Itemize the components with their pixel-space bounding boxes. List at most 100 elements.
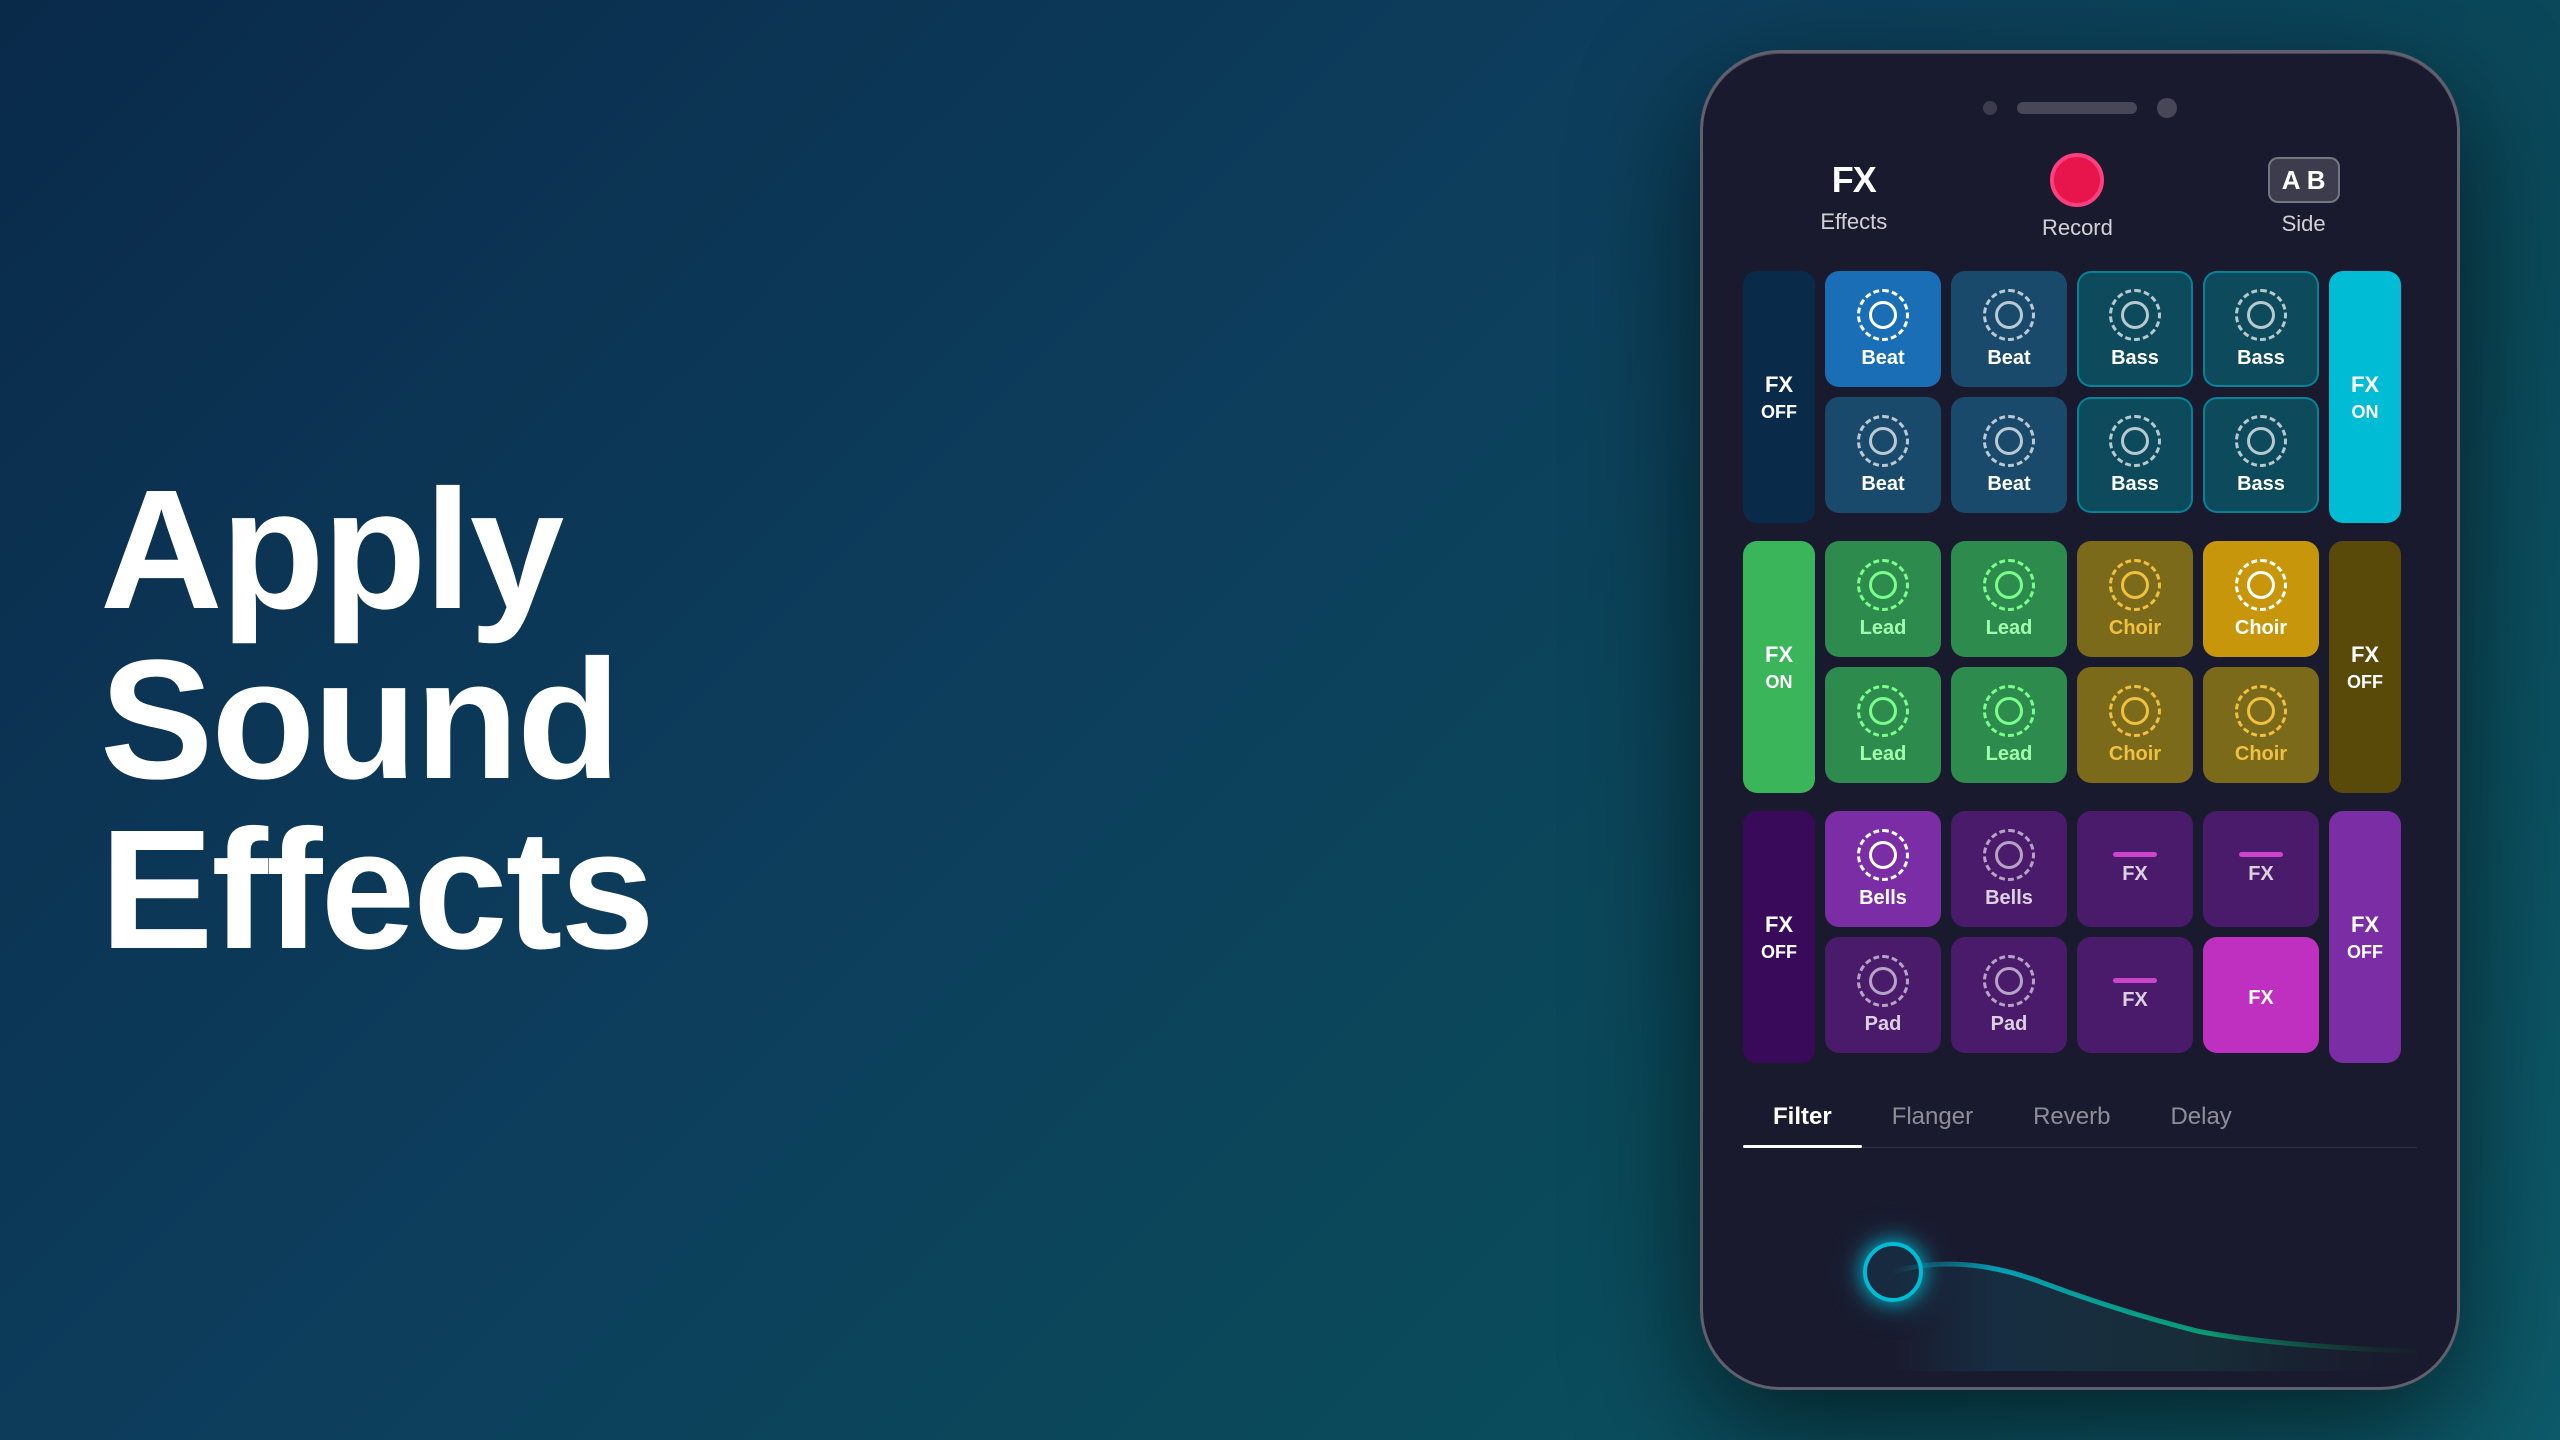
- fx-choir-off-label: FX: [2351, 642, 2379, 668]
- tab-flanger[interactable]: Flanger: [1862, 1087, 2003, 1147]
- pad-choir-4[interactable]: Choir: [2203, 667, 2319, 783]
- filter-curve-svg: [1743, 1172, 2417, 1372]
- choir-ring-1: [2109, 559, 2161, 611]
- beat-ring-inner-2: [1995, 301, 2023, 329]
- pad-beat-4[interactable]: Beat: [1951, 397, 2067, 513]
- beat-row-2: Beat Beat Bass: [1825, 397, 2319, 513]
- side-toolbar-item[interactable]: A B Side: [2268, 157, 2340, 237]
- bass-ring-inner-1: [2121, 301, 2149, 329]
- beat-ring-4: [1983, 415, 2035, 467]
- fx-toolbar-item[interactable]: FX Effects: [1820, 159, 1887, 235]
- pad-lead-4[interactable]: Lead: [1951, 667, 2067, 783]
- pad-ring-inner-2: [1995, 967, 2023, 995]
- fx-beat-off-label: FX: [1765, 372, 1793, 398]
- pad-ring-1: [1857, 955, 1909, 1007]
- fx-pad-label-active: FX: [2248, 987, 2274, 1010]
- bells-row-1: Bells Bells FX: [1825, 811, 2319, 927]
- pad-pad-2[interactable]: Pad: [1951, 937, 2067, 1053]
- beat-ring-2: [1983, 289, 2035, 341]
- bells-ring-2: [1983, 829, 2035, 881]
- fx-beat-on-button[interactable]: FX ON: [2329, 271, 2401, 523]
- beat-label-3: Beat: [1861, 473, 1904, 496]
- pad-lead-3[interactable]: Lead: [1825, 667, 1941, 783]
- bass-ring-4: [2235, 415, 2287, 467]
- pad-fx-1[interactable]: FX: [2077, 811, 2193, 927]
- fx-bells-on-button[interactable]: FX OFF: [2329, 811, 2401, 1063]
- bass-ring-inner-2: [2247, 301, 2275, 329]
- bells-label-2: Bells: [1985, 887, 2033, 910]
- pad-beat-1[interactable]: Beat: [1825, 271, 1941, 387]
- fx-bells-off-status: OFF: [1761, 942, 1797, 963]
- pad-label-1: Pad: [1865, 1013, 1902, 1036]
- bass-ring-inner-3: [2121, 427, 2149, 455]
- fx-lead-on-status: ON: [1766, 672, 1793, 693]
- pad-choir-3[interactable]: Choir: [2077, 667, 2193, 783]
- lead-ring-inner-3: [1869, 697, 1897, 725]
- bass-label-3: Bass: [2111, 473, 2159, 496]
- choir-label-1: Choir: [2109, 617, 2161, 640]
- tab-delay[interactable]: Delay: [2140, 1087, 2261, 1147]
- main-title: Apply Sound Effects: [100, 465, 1560, 975]
- choir-label-2: Choir: [2235, 617, 2287, 640]
- choir-ring-4: [2235, 685, 2287, 737]
- phone-speaker: [2017, 102, 2137, 114]
- fx-beat-off-status: OFF: [1761, 402, 1797, 423]
- pad-lead-2[interactable]: Lead: [1951, 541, 2067, 657]
- beat-section: FX OFF Beat: [1743, 271, 2417, 523]
- beat-label-2: Beat: [1987, 347, 2030, 370]
- lead-label-2: Lead: [1986, 617, 2033, 640]
- pad-pad-1[interactable]: Pad: [1825, 937, 1941, 1053]
- pad-lead-1[interactable]: Lead: [1825, 541, 1941, 657]
- choir-label-4: Choir: [2235, 743, 2287, 766]
- fx-beat-off-button[interactable]: FX OFF: [1743, 271, 1815, 523]
- fx-lead-on-button[interactable]: FX ON: [1743, 541, 1815, 793]
- choir-ring-inner-1: [2121, 571, 2149, 599]
- pad-bass-2[interactable]: Bass: [2203, 271, 2319, 387]
- pad-bass-1[interactable]: Bass: [2077, 271, 2193, 387]
- fx-choir-off-status: OFF: [2347, 672, 2383, 693]
- lead-ring-2: [1983, 559, 2035, 611]
- pad-beat-3[interactable]: Beat: [1825, 397, 1941, 513]
- fx-dash-2: [2239, 852, 2283, 857]
- choir-label-3: Choir: [2109, 743, 2161, 766]
- choir-ring-inner-4: [2247, 697, 2275, 725]
- bass-ring-3: [2109, 415, 2161, 467]
- bells-ring-inner-2: [1995, 841, 2023, 869]
- lead-ring-4: [1983, 685, 2035, 737]
- pad-fx-active[interactable]: FX: [2203, 937, 2319, 1053]
- pad-bass-3[interactable]: Bass: [2077, 397, 2193, 513]
- fx-bells-off-button[interactable]: FX OFF: [1743, 811, 1815, 1063]
- pad-fx-3[interactable]: FX: [2077, 937, 2193, 1053]
- record-toolbar-item[interactable]: Record: [2042, 153, 2113, 241]
- pad-label-2: Pad: [1991, 1013, 2028, 1036]
- pad-bass-4[interactable]: Bass: [2203, 397, 2319, 513]
- tab-filter[interactable]: Filter: [1743, 1087, 1862, 1147]
- tab-reverb[interactable]: Reverb: [2003, 1087, 2140, 1147]
- beat-ring-1: [1857, 289, 1909, 341]
- bells-section: FX OFF Bells: [1743, 811, 2417, 1063]
- pad-bells-2[interactable]: Bells: [1951, 811, 2067, 927]
- effects-label: Effects: [1820, 209, 1887, 235]
- pad-choir-2[interactable]: Choir: [2203, 541, 2319, 657]
- filter-tabs: Filter Flanger Reverb Delay: [1743, 1087, 2417, 1148]
- lead-section: FX ON Lead: [1743, 541, 2417, 793]
- record-icon: [2050, 153, 2104, 207]
- right-section: FX Effects Record A B Side FX OFF: [1660, 0, 2560, 1440]
- pad-bells-1[interactable]: Bells: [1825, 811, 1941, 927]
- choir-row-2: Choir Choir: [2077, 667, 2319, 783]
- bass-label-1: Bass: [2111, 347, 2159, 370]
- bass-ring-1: [2109, 289, 2161, 341]
- fx-choir-off-button[interactable]: FX OFF: [2329, 541, 2401, 793]
- beat-ring-inner-4: [1995, 427, 2023, 455]
- pad-fx-2[interactable]: FX: [2203, 811, 2319, 927]
- lead-label-3: Lead: [1860, 743, 1907, 766]
- fx-pad-label-3: FX: [2122, 989, 2148, 1012]
- fx-pad-label-2: FX: [2248, 863, 2274, 886]
- pad-beat-2[interactable]: Beat: [1951, 271, 2067, 387]
- bells-ring-1: [1857, 829, 1909, 881]
- fx-beat-on-label: FX: [2351, 372, 2379, 398]
- bass-ring-2: [2235, 289, 2287, 341]
- pad-choir-1[interactable]: Choir: [2077, 541, 2193, 657]
- bass-label-2: Bass: [2237, 347, 2285, 370]
- camera-left: [1983, 101, 1997, 115]
